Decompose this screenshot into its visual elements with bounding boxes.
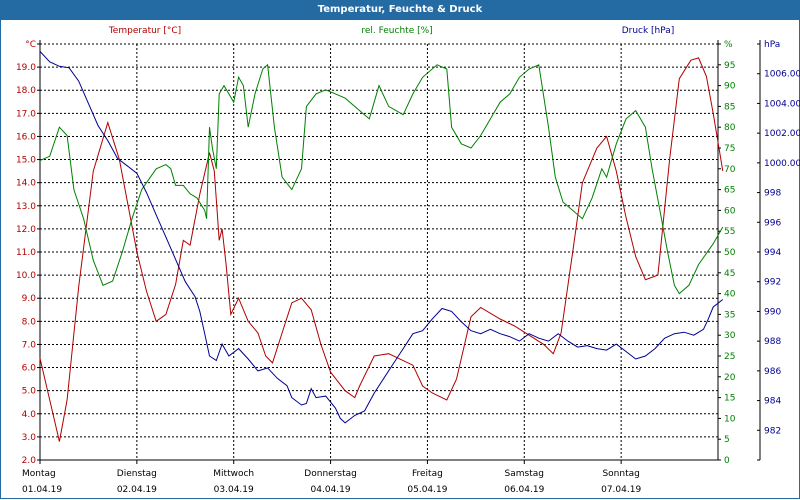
x-tick-label-weekday: Sonntag	[602, 469, 639, 479]
humidity-axis-label: rel. Feuchte [%]	[361, 26, 432, 36]
x-tick-label-weekday: Donnerstag	[304, 469, 357, 479]
humidity-tick-label: 15	[724, 394, 735, 404]
temperature-tick-label: 9.0	[22, 294, 37, 304]
pressure-tick-label: 1006.000	[764, 70, 800, 80]
pressure-tick-label: 1002.000	[764, 129, 800, 139]
pressure-unit-label: hPa	[764, 40, 780, 50]
humidity-tick-label: 25	[724, 352, 735, 362]
x-tick-label-date: 06.04.19	[504, 485, 544, 495]
temperature-tick-label: 14.0	[16, 179, 36, 189]
pressure-tick-label: 988	[764, 337, 781, 347]
series-line-temperature	[39, 57, 724, 442]
temperature-tick-label: 13.0	[16, 202, 36, 212]
pressure-tick-label: 1004.000	[764, 99, 800, 109]
x-tick-label-weekday: Dienstag	[117, 469, 157, 479]
humidity-tick-label: 50	[724, 248, 736, 258]
pressure-tick-label: 992	[764, 278, 781, 288]
pressure-tick-label: 982	[764, 426, 781, 436]
humidity-tick-label: 85	[724, 102, 735, 112]
grid-lines	[40, 43, 718, 460]
humidity-tick-label: 10	[724, 414, 736, 424]
tick-labels: 2.0 3.0 4.0 5.0 6.0 7.0 8.0 9.0 10.0 11.0 12.0 13.0…	[16, 26, 800, 495]
temperature-tick-label: 19.0	[16, 63, 36, 73]
temperature-tick-label: 16.0	[16, 132, 36, 142]
temperature-tick-label: 18.0	[16, 86, 36, 96]
humidity-tick-label: 95	[724, 61, 735, 71]
humidity-tick-label: 0	[724, 456, 730, 466]
x-tick-label-date: 02.04.19	[117, 485, 157, 495]
temperature-tick-label: 3.0	[22, 433, 37, 443]
humidity-tick-label: 70	[724, 165, 736, 175]
temperature-tick-label: 6.0	[22, 364, 37, 374]
chart-svg: 2.0 3.0 4.0 5.0 6.0 7.0 8.0 9.0 10.0 11.0 12.0 13.0…	[16, 26, 800, 495]
humidity-tick-label: 35	[724, 310, 735, 320]
temperature-tick-label: 2.0	[22, 456, 37, 466]
x-tick-label-date: 03.04.19	[214, 485, 254, 495]
x-tick-label-date: 01.04.19	[22, 485, 62, 495]
x-tick-label-weekday: Samstag	[505, 469, 544, 479]
humidity-tick-label: 45	[724, 269, 735, 279]
humidity-tick-label: 65	[724, 186, 735, 196]
x-tick-label-weekday: Mittwoch	[213, 469, 254, 479]
x-tick-label-date: 07.04.19	[601, 485, 641, 495]
humidity-tick-label: 55	[724, 227, 735, 237]
pressure-tick-label: 990	[764, 307, 781, 317]
humidity-tick-label: 80	[724, 123, 736, 133]
temperature-unit-label: °C	[25, 40, 36, 50]
pressure-tick-label: 998	[764, 189, 781, 199]
humidity-tick-label: 75	[724, 144, 735, 154]
x-tick-label-weekday: Montag	[22, 469, 56, 479]
temperature-tick-label: 15.0	[16, 156, 36, 166]
humidity-tick-label: 90	[724, 82, 736, 92]
pressure-tick-label: 994	[764, 248, 781, 258]
pressure-tick-label: 984	[764, 397, 781, 407]
humidity-tick-label: 20	[724, 373, 736, 383]
temperature-tick-label: 10.0	[16, 271, 36, 281]
temperature-tick-label: 8.0	[22, 317, 37, 327]
humidity-tick-label: 60	[724, 206, 736, 216]
temperature-tick-label: 5.0	[22, 387, 37, 397]
temperature-tick-label: 4.0	[22, 410, 37, 420]
humidity-tick-label: 30	[724, 331, 736, 341]
pressure-tick-label: 1000.000	[764, 159, 800, 169]
temperature-tick-label: 11.0	[16, 248, 36, 258]
x-tick-label-date: 05.04.19	[407, 485, 447, 495]
temperature-tick-label: 12.0	[16, 225, 36, 235]
x-tick-label-weekday: Freitag	[412, 469, 443, 479]
series-lines	[39, 51, 724, 442]
humidity-tick-label: 5	[724, 435, 730, 445]
temperature-tick-label: 7.0	[22, 340, 37, 350]
temperature-axis-label: Temperatur [°C]	[108, 26, 181, 36]
pressure-axis-label: Druck [hPa]	[622, 26, 675, 36]
temperature-tick-label: 17.0	[16, 109, 36, 119]
series-line-humidity	[39, 63, 724, 295]
humidity-tick-label: %	[724, 40, 733, 50]
pressure-tick-label: 986	[764, 367, 781, 377]
x-tick-label-date: 04.04.19	[311, 485, 351, 495]
humidity-tick-label: 40	[724, 290, 736, 300]
pressure-tick-label: 996	[764, 218, 781, 228]
